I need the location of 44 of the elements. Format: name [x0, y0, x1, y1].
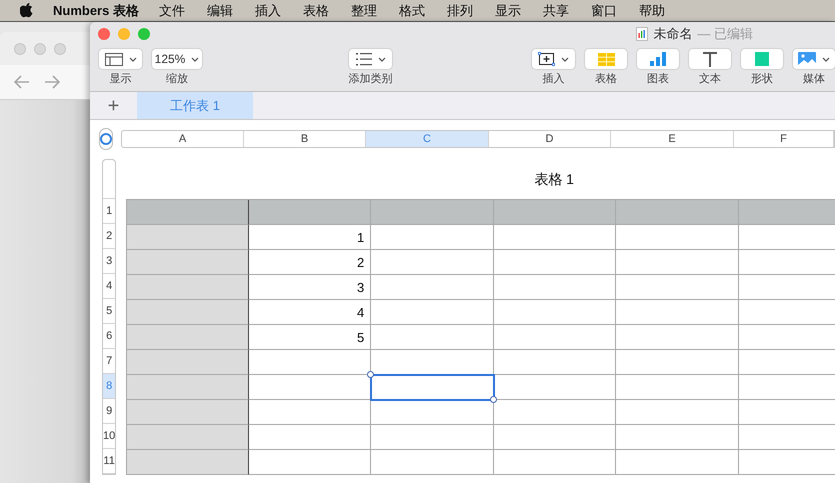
window-title: 未命名: [653, 25, 692, 44]
row-header[interactable]: 4: [103, 274, 116, 299]
row-header[interactable]: 6: [103, 324, 116, 349]
menu-item[interactable]: 编辑: [206, 0, 233, 20]
toolbar-label: 缩放: [166, 74, 188, 85]
menu-app-name[interactable]: Numbers 表格: [53, 0, 139, 20]
window-subtitle: — 已编辑: [697, 25, 753, 44]
row-header[interactable]: 10: [103, 424, 116, 449]
table-title: 表格 1: [534, 170, 574, 188]
row-header[interactable]: 2: [103, 224, 116, 249]
menu-item[interactable]: 显示: [494, 0, 521, 20]
toolbar-label: 形状: [751, 74, 773, 85]
toolbar-label: 表格: [595, 74, 617, 85]
table-cell[interactable]: 4: [249, 300, 372, 325]
column-header[interactable]: E: [611, 131, 734, 147]
add-sheet-button[interactable]: +: [90, 92, 137, 119]
menu-item[interactable]: 文件: [158, 0, 185, 20]
column-header[interactable]: F: [734, 131, 834, 147]
row-header[interactable]: 11: [103, 449, 116, 474]
column-header[interactable]: D: [489, 131, 611, 147]
toolbar-label: 文本: [699, 74, 721, 85]
table-cell[interactable]: 1: [249, 225, 372, 250]
menu-item[interactable]: 排列: [446, 0, 473, 20]
toolbar-button[interactable]: 125%: [151, 48, 203, 70]
menu-item[interactable]: 表格: [302, 0, 329, 20]
row-header[interactable]: 5: [103, 299, 116, 324]
toolbar-label: 插入: [542, 74, 564, 85]
toolbar-label: 显示: [110, 74, 132, 85]
toolbar-label: 图表: [647, 74, 669, 85]
row-header[interactable]: 1: [103, 199, 116, 224]
menu-item[interactable]: 帮助: [638, 0, 665, 20]
menu-item[interactable]: 格式: [398, 0, 425, 20]
column-header[interactable]: A: [122, 131, 244, 147]
toolbar-label: 添加类别: [348, 74, 392, 85]
menu-item[interactable]: 共享: [542, 0, 569, 20]
toolbar-label: 媒体: [803, 74, 825, 85]
menu-item[interactable]: 插入: [254, 0, 281, 20]
table-cell[interactable]: 2: [249, 250, 372, 275]
table-cell[interactable]: 3: [249, 275, 372, 300]
row-header[interactable]: 3: [103, 249, 116, 274]
menu-item[interactable]: 整理: [350, 0, 377, 20]
row-header[interactable]: 9: [103, 399, 116, 424]
table-cell[interactable]: 5: [249, 325, 372, 350]
menu-item[interactable]: 窗口: [590, 0, 617, 20]
